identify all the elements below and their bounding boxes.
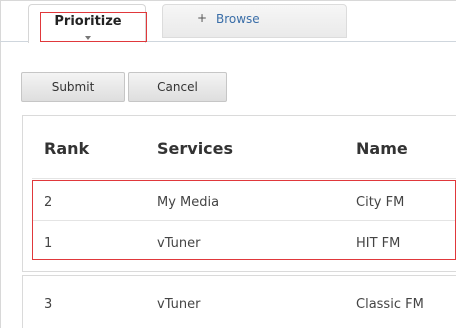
tab-prioritize-label: Prioritize	[54, 14, 122, 29]
tab-browse[interactable]: + Browse	[162, 4, 347, 38]
cell-name: Classic FM	[356, 297, 424, 312]
header-rank: Rank	[44, 139, 90, 158]
cell-rank: 1	[44, 236, 53, 251]
cell-name: City FM	[356, 195, 405, 210]
window-frame-left	[0, 0, 1, 328]
cell-service: My Media	[157, 195, 220, 210]
cell-rank: 3	[44, 297, 53, 312]
tab-prioritize[interactable]: Prioritize	[28, 4, 146, 43]
plus-icon: +	[197, 11, 208, 25]
row-divider	[32, 220, 456, 221]
header-services: Services	[157, 139, 234, 158]
cell-service: vTuner	[157, 297, 201, 312]
cancel-button[interactable]: Cancel	[128, 72, 227, 102]
tab-caret-down-icon	[85, 36, 91, 40]
header-name: Name	[356, 139, 408, 158]
cell-service: vTuner	[157, 236, 201, 251]
submit-button[interactable]: Submit	[21, 72, 125, 102]
tab-bar: Prioritize + Browse	[0, 0, 456, 43]
cell-name: HIT FM	[356, 236, 401, 251]
tab-browse-label: Browse	[216, 12, 260, 26]
row-divider	[32, 178, 456, 179]
cell-rank: 2	[44, 195, 53, 210]
